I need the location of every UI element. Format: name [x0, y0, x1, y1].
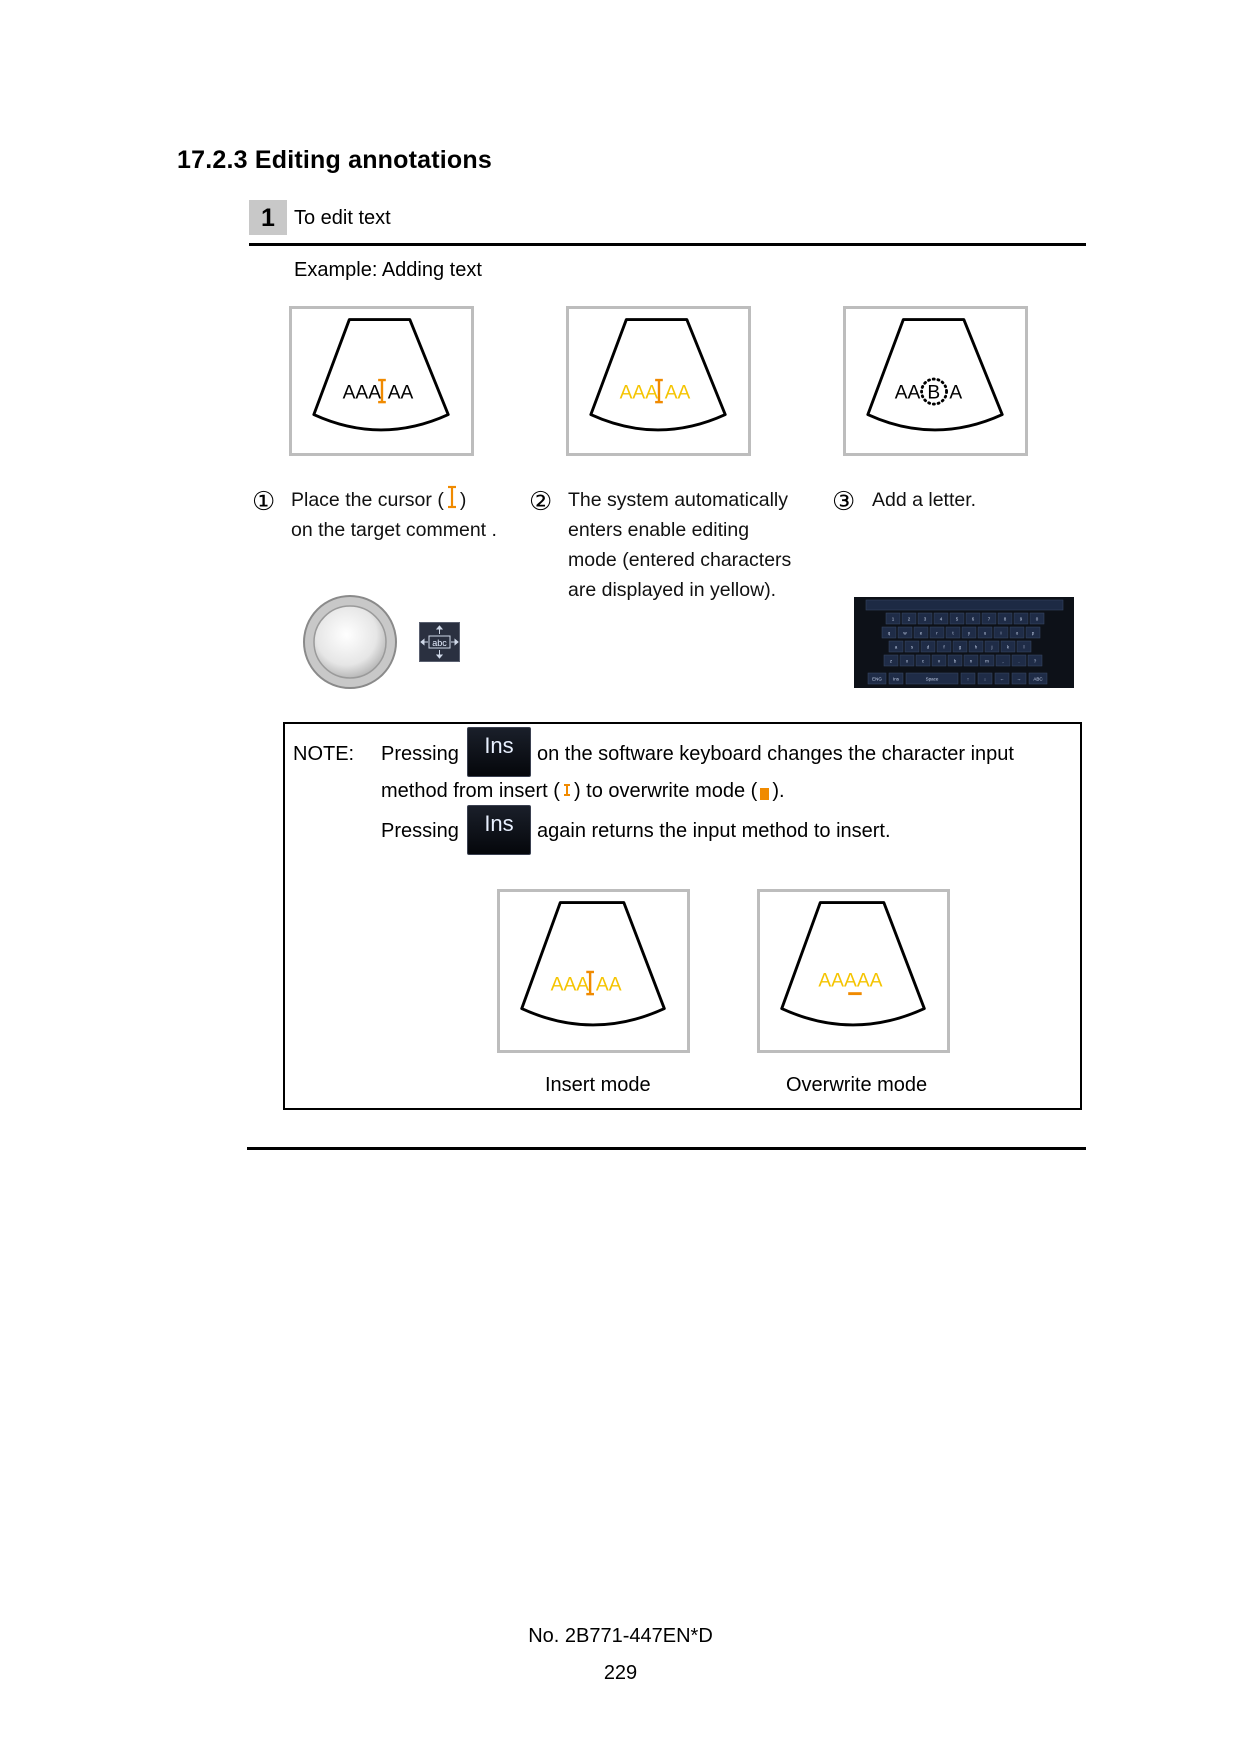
caption-2-line4: are displayed in yellow).: [568, 579, 777, 601]
kbd-letter-key-label: m: [985, 658, 989, 663]
kbd-bottom-key-label: ENG: [872, 676, 882, 681]
example-label: Example: Adding text: [294, 259, 482, 281]
overwrite-cursor-icon: [848, 992, 862, 996]
trackball-icon: [302, 594, 398, 690]
panel-2-image: AAA AA: [566, 306, 751, 456]
caption-2-number: ②: [529, 486, 553, 516]
section-divider-bottom: [247, 1147, 1086, 1150]
panel-1-text-left: AAA: [343, 382, 382, 403]
insert-mode-image: AAA AA: [497, 889, 690, 1053]
note-line2: method from insert ( ) to overwrite mode …: [381, 780, 785, 803]
panel-3-text-left: AA: [895, 382, 921, 403]
panel-2-text-left: AAA: [620, 382, 659, 403]
kbd-letter-key-label: i: [1001, 630, 1002, 635]
kbd-letter-key-label: ,: [1002, 658, 1003, 663]
note-line3-rest: again returns the input method to insert…: [537, 820, 891, 842]
overwrite-mode-caption: Overwrite mode: [786, 1074, 928, 1096]
ins-key-button[interactable]: Ins: [467, 727, 531, 777]
document-number: No. 2B771-447EN*D: [528, 1625, 713, 1647]
overwrite-mode-image: AAAAA: [757, 889, 950, 1053]
insert-cursor-icon: [447, 485, 456, 509]
abc-key-label: abc: [432, 638, 447, 648]
kbd-letter-key-label: l: [1024, 644, 1025, 649]
panel-3-image: AA B A: [843, 306, 1028, 456]
caption-1-line1a: Place the cursor (: [291, 489, 444, 511]
caption-2-line2: enters enable editing: [568, 519, 750, 541]
note-line1-rest: on the software keyboard changes the cha…: [537, 743, 1014, 765]
caption-1-number: ①: [252, 486, 276, 516]
caption-1: Place the cursor () on the target commen…: [291, 485, 497, 545]
caption-2: The system automatically enters enable e…: [568, 485, 791, 605]
kbd-bottom-key-label: Space: [926, 676, 939, 681]
panel-3-text-mid: B: [927, 382, 940, 403]
software-keyboard-image: 1 2 3 4 5 6 7 8 9 0 q w e r t y u i o p a s d f g h j k l z x c v b n m,.? E…: [854, 597, 1074, 688]
insert-cursor-icon: [563, 784, 570, 796]
overwrite-mode-text: AAAAA: [818, 970, 882, 991]
overwrite-cursor-icon: [760, 788, 770, 800]
kbd-letter-key-label: .: [1018, 658, 1019, 663]
caption-3-number: ③: [832, 486, 856, 516]
panel-2-text-right: AA: [665, 382, 691, 403]
ins-key-button-2[interactable]: Ins: [467, 805, 531, 855]
step-number-badge: 1: [249, 200, 287, 235]
insert-mode-text-left: AAA: [551, 974, 590, 995]
note-line2-b: ) to overwrite mode (: [573, 780, 758, 802]
note-label: NOTE:: [293, 743, 355, 765]
caption-1-line1b: ): [459, 489, 467, 511]
caption-2-line3: mode (entered characters: [568, 549, 792, 571]
kbd-letter-key-label: j: [991, 644, 993, 649]
insert-mode-text-right: AA: [596, 974, 622, 995]
caption-2-line1: The system automatically: [568, 489, 788, 511]
insert-mode-caption: Insert mode: [545, 1074, 651, 1096]
note-line2-c: ).: [772, 780, 785, 802]
note-line3-pressing: Pressing: [381, 820, 459, 842]
panel-1-image: AAA AA: [289, 306, 474, 456]
step-label: To edit text: [294, 207, 391, 229]
kbd-bottom-key-label: ↑: [967, 676, 969, 681]
panel-1-text-right: AA: [388, 382, 414, 403]
kbd-bottom-key-label: ↓: [984, 676, 986, 681]
note-line1-pressing: Pressing: [381, 743, 459, 765]
caption-1-line2: on the target comment .: [291, 519, 497, 541]
kbd-bottom-key-label: ←: [1000, 676, 1005, 681]
page-number: 229: [603, 1662, 638, 1684]
panel-3-text-right: A: [949, 382, 962, 403]
section-title: 17.2.3 Editing annotations: [177, 146, 492, 174]
caption-3: Add a letter.: [872, 485, 976, 515]
note-line2-a: method from insert (: [381, 780, 560, 802]
section-divider-top: [249, 243, 1086, 246]
caption-3-line1: Add a letter.: [872, 489, 977, 511]
kbd-bottom-key-label: →: [1017, 676, 1022, 681]
kbd-bottom-key-label: ABC: [1033, 676, 1043, 681]
kbd-bottom-key-label: Ins: [893, 676, 900, 681]
abc-cursor-key[interactable]: abc: [419, 622, 460, 662]
